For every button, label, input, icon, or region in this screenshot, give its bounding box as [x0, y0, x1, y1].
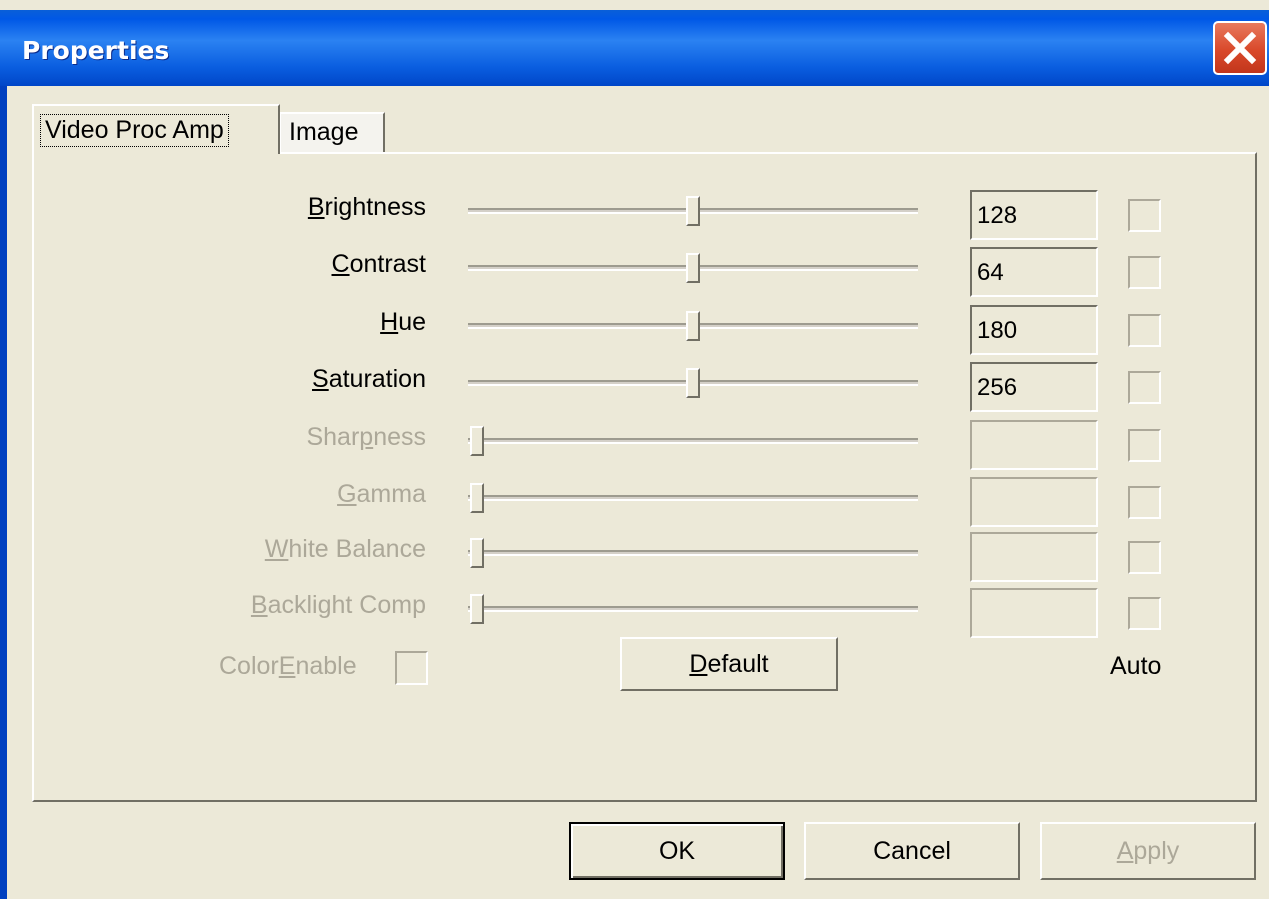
saturation-value-field[interactable]: 256 [970, 362, 1098, 412]
sharpness-label: Sharpness [306, 423, 426, 451]
sharpness-slider-track[interactable] [468, 438, 918, 444]
tab-image-label: Image [289, 118, 359, 146]
close-icon [1223, 31, 1257, 65]
saturation-auto-checkbox[interactable] [1128, 371, 1161, 404]
gamma-slider-track[interactable] [468, 495, 918, 501]
backlight-comp-auto-checkbox[interactable] [1128, 597, 1161, 630]
colorenable-checkbox[interactable] [395, 651, 428, 685]
brightness-value-field[interactable]: 128 [970, 190, 1098, 240]
hue-value-field[interactable]: 180 [970, 305, 1098, 355]
white-balance-slider-thumb[interactable] [470, 538, 484, 568]
white-balance-slider-track[interactable] [468, 550, 918, 556]
saturation-label: Saturation [312, 365, 426, 393]
contrast-slider-thumb[interactable] [686, 253, 700, 283]
tab-video-proc-amp[interactable]: Video Proc Amp [32, 104, 280, 154]
colorenable-label: ColorEnable [219, 652, 357, 680]
hue-slider-thumb[interactable] [686, 311, 700, 341]
contrast-label: Contrast [331, 250, 427, 278]
brightness-slider-thumb[interactable] [686, 196, 700, 226]
brightness-auto-checkbox[interactable] [1128, 199, 1161, 232]
sharpness-value-field [970, 420, 1098, 470]
contrast-auto-checkbox[interactable] [1128, 256, 1161, 289]
title-bar[interactable]: Properties [0, 10, 1269, 86]
backlight-comp-slider-thumb[interactable] [470, 594, 484, 624]
apply-button[interactable]: Apply [1040, 822, 1256, 880]
window-border [0, 86, 7, 899]
backlight-comp-label: Backlight Comp [250, 591, 426, 619]
tab-video-proc-amp-label: Video Proc Amp [40, 114, 229, 147]
sharpness-slider-thumb[interactable] [470, 426, 484, 456]
contrast-value-field[interactable]: 64 [970, 247, 1098, 297]
sharpness-auto-checkbox[interactable] [1128, 429, 1161, 462]
gamma-slider-thumb[interactable] [470, 483, 484, 513]
window-title: Properties [22, 36, 170, 65]
white-balance-value-field [970, 532, 1098, 582]
ok-button[interactable]: OK [569, 822, 785, 880]
brightness-label: Brightness [307, 193, 426, 221]
gamma-value-field [970, 477, 1098, 527]
hue-auto-checkbox[interactable] [1128, 314, 1161, 347]
backlight-comp-value-field [970, 588, 1098, 638]
white-balance-auto-checkbox[interactable] [1128, 541, 1161, 574]
white-balance-label: White Balance [264, 535, 426, 563]
saturation-slider-thumb[interactable] [686, 368, 700, 398]
close-button[interactable] [1213, 21, 1267, 75]
tab-image[interactable]: Image [279, 112, 385, 154]
default-button[interactable]: Default [620, 637, 838, 691]
backlight-comp-slider-track[interactable] [468, 606, 918, 612]
gamma-auto-checkbox[interactable] [1128, 486, 1161, 519]
cancel-button[interactable]: Cancel [804, 822, 1020, 880]
gamma-label: Gamma [337, 480, 426, 508]
properties-dialog: Properties Image Video Proc Amp Brightne… [0, 0, 1269, 899]
hue-label: Hue [380, 308, 426, 336]
auto-column-label: Auto [1110, 652, 1162, 680]
